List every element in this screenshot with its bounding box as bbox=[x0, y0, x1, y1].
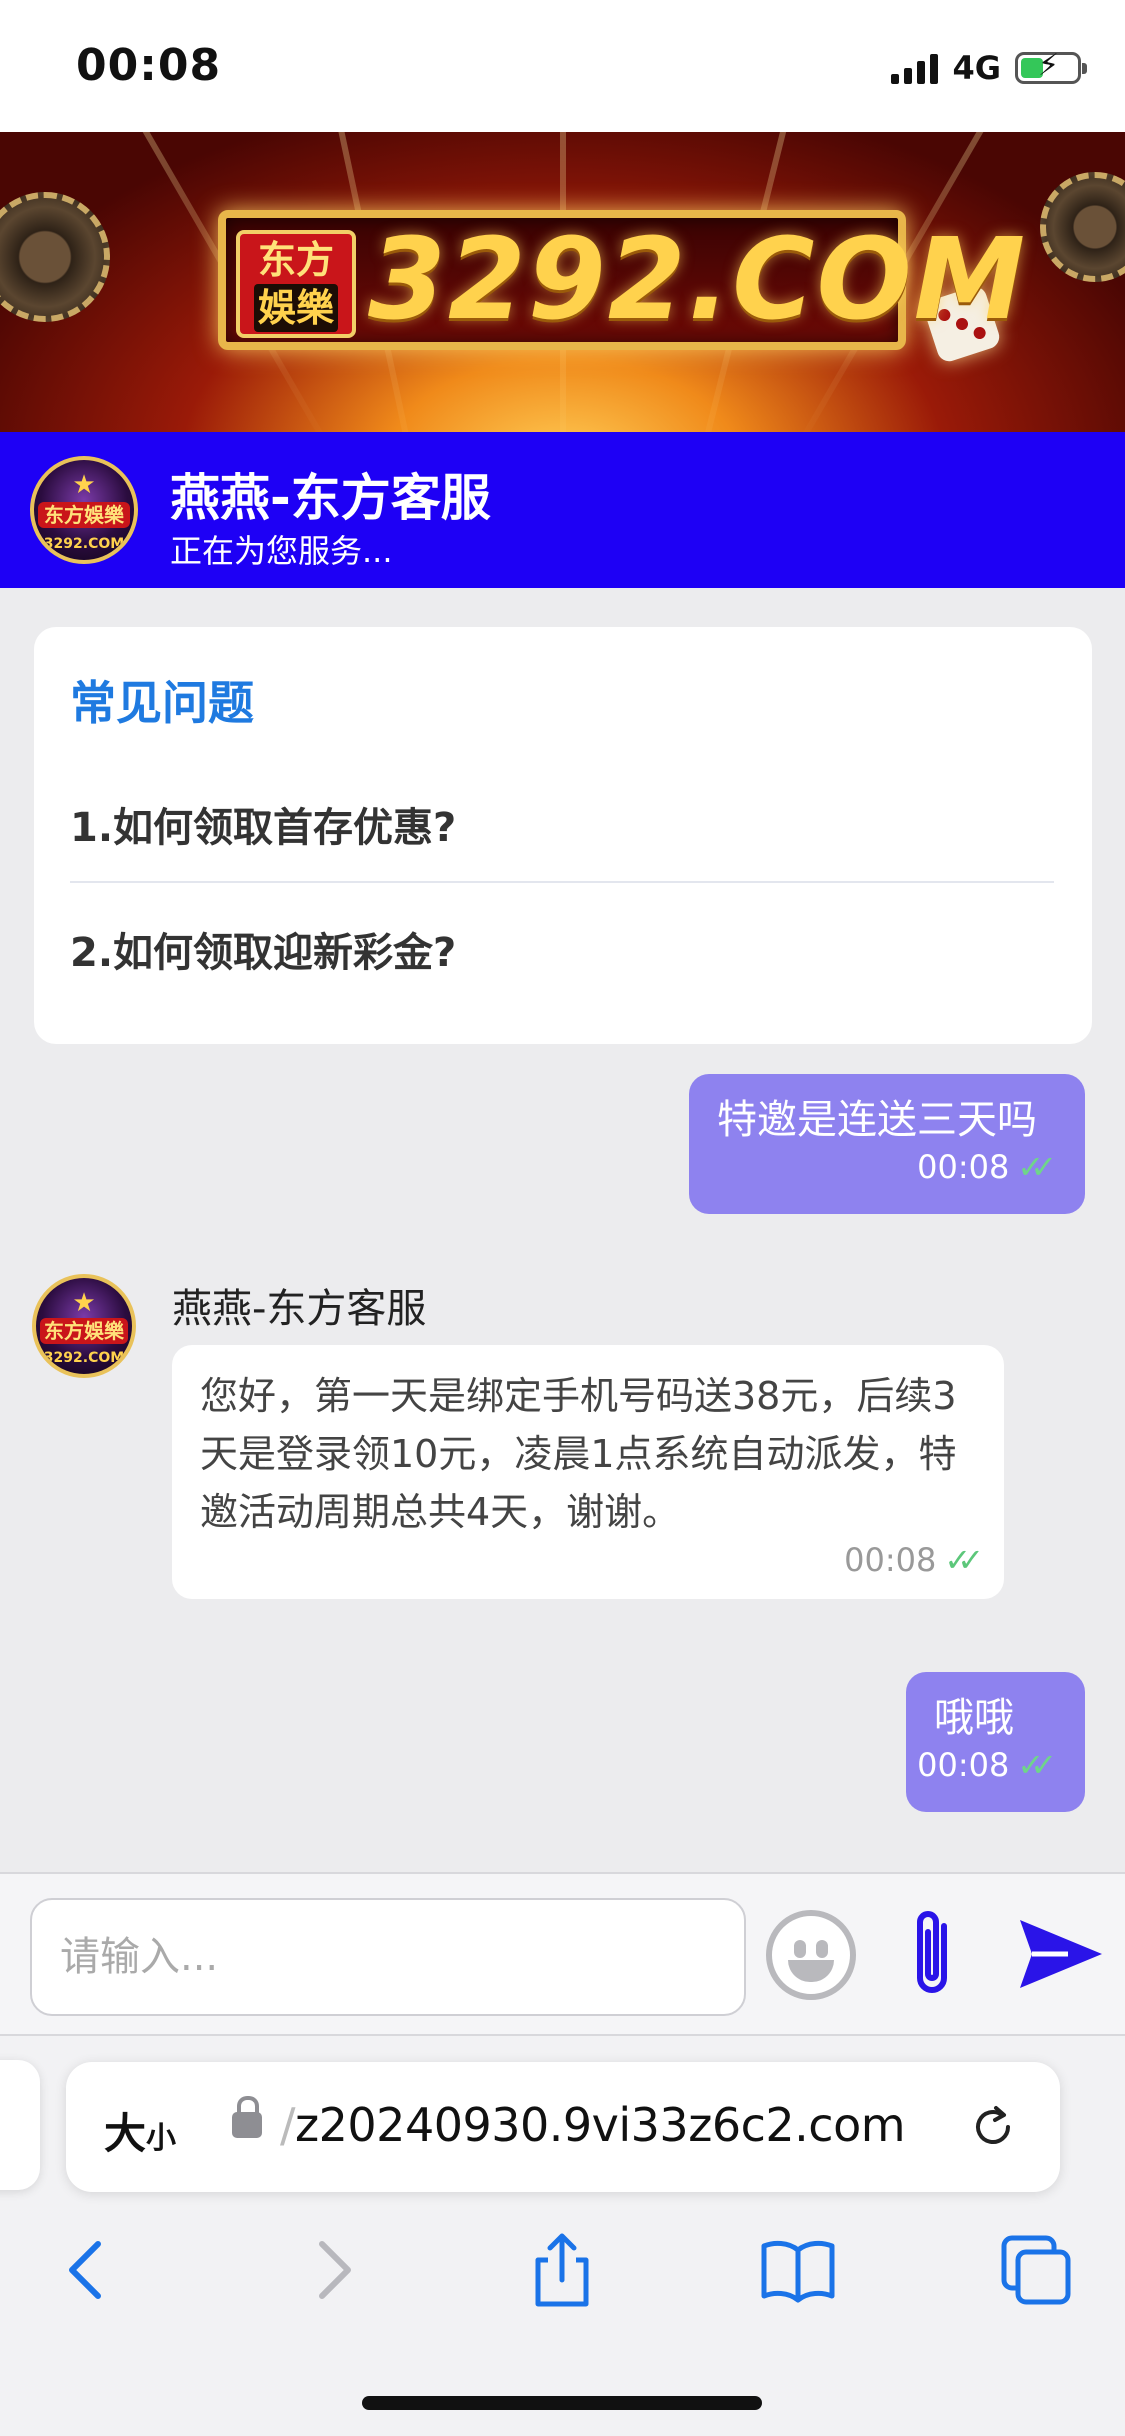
message-text: 特邀是连送三天吗 bbox=[717, 1097, 1037, 1143]
send-icon[interactable] bbox=[1016, 1914, 1106, 1994]
banner-site-name: 3292.COM bbox=[368, 215, 1028, 345]
message-input-bar bbox=[0, 1872, 1125, 2036]
forward-icon[interactable] bbox=[292, 2230, 372, 2310]
tabs-icon[interactable] bbox=[996, 2230, 1076, 2310]
share-icon[interactable] bbox=[522, 2230, 602, 2310]
message-text: 您好，第一天是绑定手机号码送38元，后续3天是登录领10元，凌晨1点系统自动派发… bbox=[200, 1374, 957, 1534]
faq-item[interactable]: 2.如何领取迎新彩金? bbox=[70, 920, 1054, 978]
casino-chip-icon bbox=[0, 192, 110, 322]
outgoing-message[interactable]: 哦哦 00:08 ✓✓ bbox=[906, 1672, 1085, 1812]
incoming-message[interactable]: 您好，第一天是绑定手机号码送38元，后续3天是登录领10元，凌晨1点系统自动派发… bbox=[172, 1345, 1004, 1599]
previous-tab[interactable] bbox=[0, 2060, 40, 2190]
sender-name: 燕燕-东方客服 bbox=[172, 1286, 427, 1332]
message-time: 00:08 bbox=[844, 1541, 937, 1579]
faq-card: 常见问题 1.如何领取首存优惠? 2.如何领取迎新彩金? bbox=[34, 627, 1092, 1044]
home-indicator[interactable] bbox=[362, 2396, 762, 2410]
lock-icon bbox=[232, 2096, 262, 2138]
text-size-button[interactable]: 大小 bbox=[104, 2100, 176, 2161]
status-bar: 00:08 4G ⚡ bbox=[0, 0, 1125, 132]
message-text: 哦哦 bbox=[934, 1695, 1014, 1741]
faq-item[interactable]: 1.如何领取首存优惠? bbox=[70, 795, 1054, 853]
agent-name: 燕燕-东方客服 bbox=[170, 469, 491, 527]
reload-icon[interactable] bbox=[966, 2100, 1020, 2154]
read-check-icon: ✓✓ bbox=[1017, 1148, 1056, 1186]
read-check-icon: ✓✓ bbox=[1017, 1746, 1056, 1784]
divider bbox=[70, 881, 1054, 883]
brand-badge: 东方 娛樂 bbox=[236, 230, 356, 338]
status-time: 00:08 bbox=[76, 40, 222, 91]
battery-icon: ⚡ bbox=[1015, 51, 1087, 84]
emoji-icon[interactable] bbox=[766, 1910, 856, 2000]
browser-toolbar bbox=[0, 2200, 1125, 2330]
paperclip-icon[interactable] bbox=[904, 1904, 964, 2004]
network-type: 4G bbox=[952, 49, 1001, 87]
agent-avatar[interactable]: ★ 东方娛樂 3292.COM bbox=[32, 1274, 136, 1378]
bookmarks-icon[interactable] bbox=[758, 2230, 838, 2310]
read-check-icon: ✓✓ bbox=[944, 1541, 983, 1579]
casino-chip-icon bbox=[1040, 172, 1125, 282]
message-time: 00:08 bbox=[917, 1746, 1010, 1784]
signal-icon bbox=[891, 52, 939, 84]
back-icon[interactable] bbox=[48, 2230, 128, 2310]
agent-status: 正在为您服务... bbox=[170, 532, 393, 570]
message-input[interactable] bbox=[30, 1898, 746, 2016]
promo-banner[interactable]: 东方 娛樂 3292.COM bbox=[0, 132, 1125, 432]
url-text: /z20240930.9vi33z6c2.com bbox=[280, 2098, 906, 2152]
status-indicators: 4G ⚡ bbox=[891, 48, 1087, 88]
outgoing-message[interactable]: 特邀是连送三天吗 00:08 ✓✓ bbox=[689, 1074, 1085, 1214]
agent-avatar[interactable]: ★ 东方娛樂 3292.COM bbox=[30, 456, 138, 564]
address-bar[interactable]: 大小 /z20240930.9vi33z6c2.com bbox=[66, 2062, 1060, 2192]
faq-title: 常见问题 bbox=[70, 676, 254, 730]
banner-logo: 东方 娛樂 3292.COM bbox=[218, 210, 1025, 350]
message-time: 00:08 bbox=[917, 1148, 1010, 1186]
chat-header: ★ 东方娛樂 3292.COM 燕燕-东方客服 正在为您服务... bbox=[0, 432, 1125, 588]
